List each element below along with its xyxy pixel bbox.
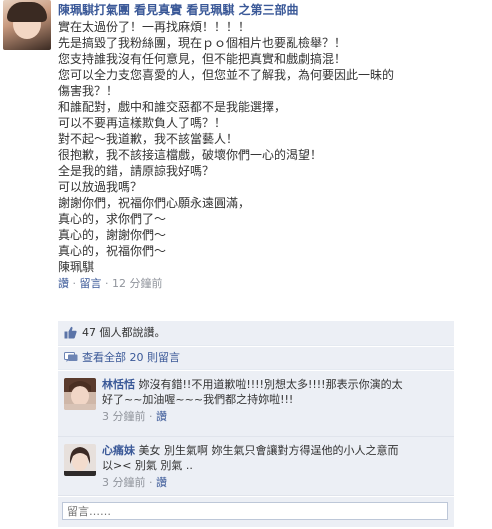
- comment: 林恬恬 妳沒有錯!!不用道歉啦!!!!別想太多!!!!那表示你演的太 好了~~加…: [58, 371, 454, 437]
- post: 陳珮騏打氣團 看見真實 看見珮騏 之第三部曲 實在太過份了！一再找麻煩！！！！ …: [58, 0, 488, 291]
- post-message-line: 真心的，謝謝你們～: [58, 228, 167, 242]
- avatar-photo-icon: [64, 444, 96, 476]
- comment-link[interactable]: 留言: [80, 277, 102, 290]
- comment-text: 心痛妹 美女 別生氣啊 妳生氣只會讓對方得逞他的小人之意而: [102, 443, 447, 458]
- avatar-photo-icon: [64, 378, 96, 410]
- comment-body: 心痛妹 美女 別生氣啊 妳生氣只會讓對方得逞他的小人之意而 以>< 別氣 別氣 …: [102, 443, 447, 490]
- thumbs-up-icon: [64, 326, 77, 339]
- comment-like-link[interactable]: 讚: [156, 410, 167, 423]
- comment-text: 林恬恬 妳沒有錯!!不用道歉啦!!!!別想太多!!!!那表示你演的太: [102, 377, 447, 392]
- post-message-line: 陳珮騏: [58, 260, 95, 274]
- comment-like-link[interactable]: 讚: [156, 476, 167, 489]
- comment-text-line: 妳沒有錯!!不用道歉啦!!!!別想太多!!!!那表示你演的太: [135, 378, 403, 391]
- comment: 心痛妹 美女 別生氣啊 妳生氣只會讓對方得逞他的小人之意而 以>< 別氣 別氣 …: [58, 437, 454, 496]
- comments-icon: [64, 352, 78, 362]
- comment-text-line: 以>< 別氣 別氣 ..: [102, 459, 193, 472]
- post-message-line: 真心的，求你們了～: [58, 212, 167, 226]
- view-all-comments-link[interactable]: 查看全部 20 則留言: [82, 351, 180, 365]
- post-meta: 讚 · 留言 · 12 分鐘前: [58, 276, 488, 291]
- post-message-line: 您支持誰我沒有任何意見，但不能把真實和戲劇搞混！: [58, 52, 347, 66]
- meta-separator: ·: [69, 277, 80, 290]
- comment-text-line: 美女 別生氣啊 妳生氣只會讓對方得逞他的小人之意而: [135, 444, 399, 457]
- comment-body: 林恬恬 妳沒有錯!!不用道歉啦!!!!別想太多!!!!那表示你演的太 好了~~加…: [102, 377, 447, 424]
- post-message-line: 您可以全力支您喜愛的人，但您並不了解我，為何要因此一昧的: [58, 68, 395, 82]
- post-message-line: 很抱歉，我不該接這檔戲，破壞你們一心的渴望！: [58, 148, 323, 162]
- likes-bar: 47 個人都說讚。: [58, 321, 454, 346]
- comment-timestamp[interactable]: 3 分鐘前: [102, 476, 146, 489]
- like-link[interactable]: 讚: [58, 277, 69, 290]
- comment-meta: 3 分鐘前 · 讚: [102, 475, 447, 490]
- post-message: 實在太過份了！一再找麻煩！！！！ 先是搞毀了我粉絲團，現在ｐｏ個相片也要亂檢舉？…: [58, 19, 488, 275]
- post-timestamp[interactable]: 12 分鐘前: [112, 277, 163, 290]
- meta-separator: ·: [101, 277, 112, 290]
- page-avatar[interactable]: [3, 0, 51, 50]
- likes-count-text[interactable]: 47 個人都說讚。: [82, 326, 166, 339]
- post-message-line: 真心的，祝福你們～: [58, 244, 167, 258]
- post-message-line: 可以不要再這樣欺負人了嗎？！: [58, 116, 227, 130]
- post-message-line: 可以放過我嗎？: [58, 180, 143, 194]
- meta-separator: ·: [145, 410, 156, 423]
- comment-avatar[interactable]: [64, 378, 96, 410]
- comment-timestamp[interactable]: 3 分鐘前: [102, 410, 146, 423]
- post-message-line: 謝謝你們，祝福你們心願永遠圓滿，: [58, 196, 251, 210]
- comment-avatar[interactable]: [64, 444, 96, 476]
- commenter-name[interactable]: 林恬恬: [102, 378, 135, 391]
- post-author[interactable]: 陳珮騏打氣團 看見真實 看見珮騏 之第三部曲: [58, 1, 488, 19]
- comment-text-line: 好了~~加油喔~~~我們都之持妳啦!!!: [102, 393, 294, 406]
- meta-separator: ·: [145, 476, 156, 489]
- post-message-line: 全是我的錯，請原諒我好嗎？: [58, 164, 215, 178]
- commenter-name[interactable]: 心痛妹: [102, 444, 135, 457]
- comment-meta: 3 分鐘前 · 讚: [102, 409, 447, 424]
- view-all-comments[interactable]: 查看全部 20 則留言: [58, 347, 454, 370]
- post-message-line: 對不起～我道歉，我不該當藝人！: [58, 132, 239, 146]
- comment-input[interactable]: [62, 502, 448, 520]
- post-message-line: 傷害我？！: [58, 84, 119, 98]
- post-message-line: 先是搞毀了我粉絲團，現在ｐｏ個相片也要亂檢舉？！: [58, 36, 347, 50]
- post-message-line: 實在太過份了！一再找麻煩！！！！: [58, 20, 251, 34]
- post-message-line: 和誰配對，戲中和誰交惡都不是我能選擇，: [58, 100, 287, 114]
- reply-box: [58, 497, 454, 527]
